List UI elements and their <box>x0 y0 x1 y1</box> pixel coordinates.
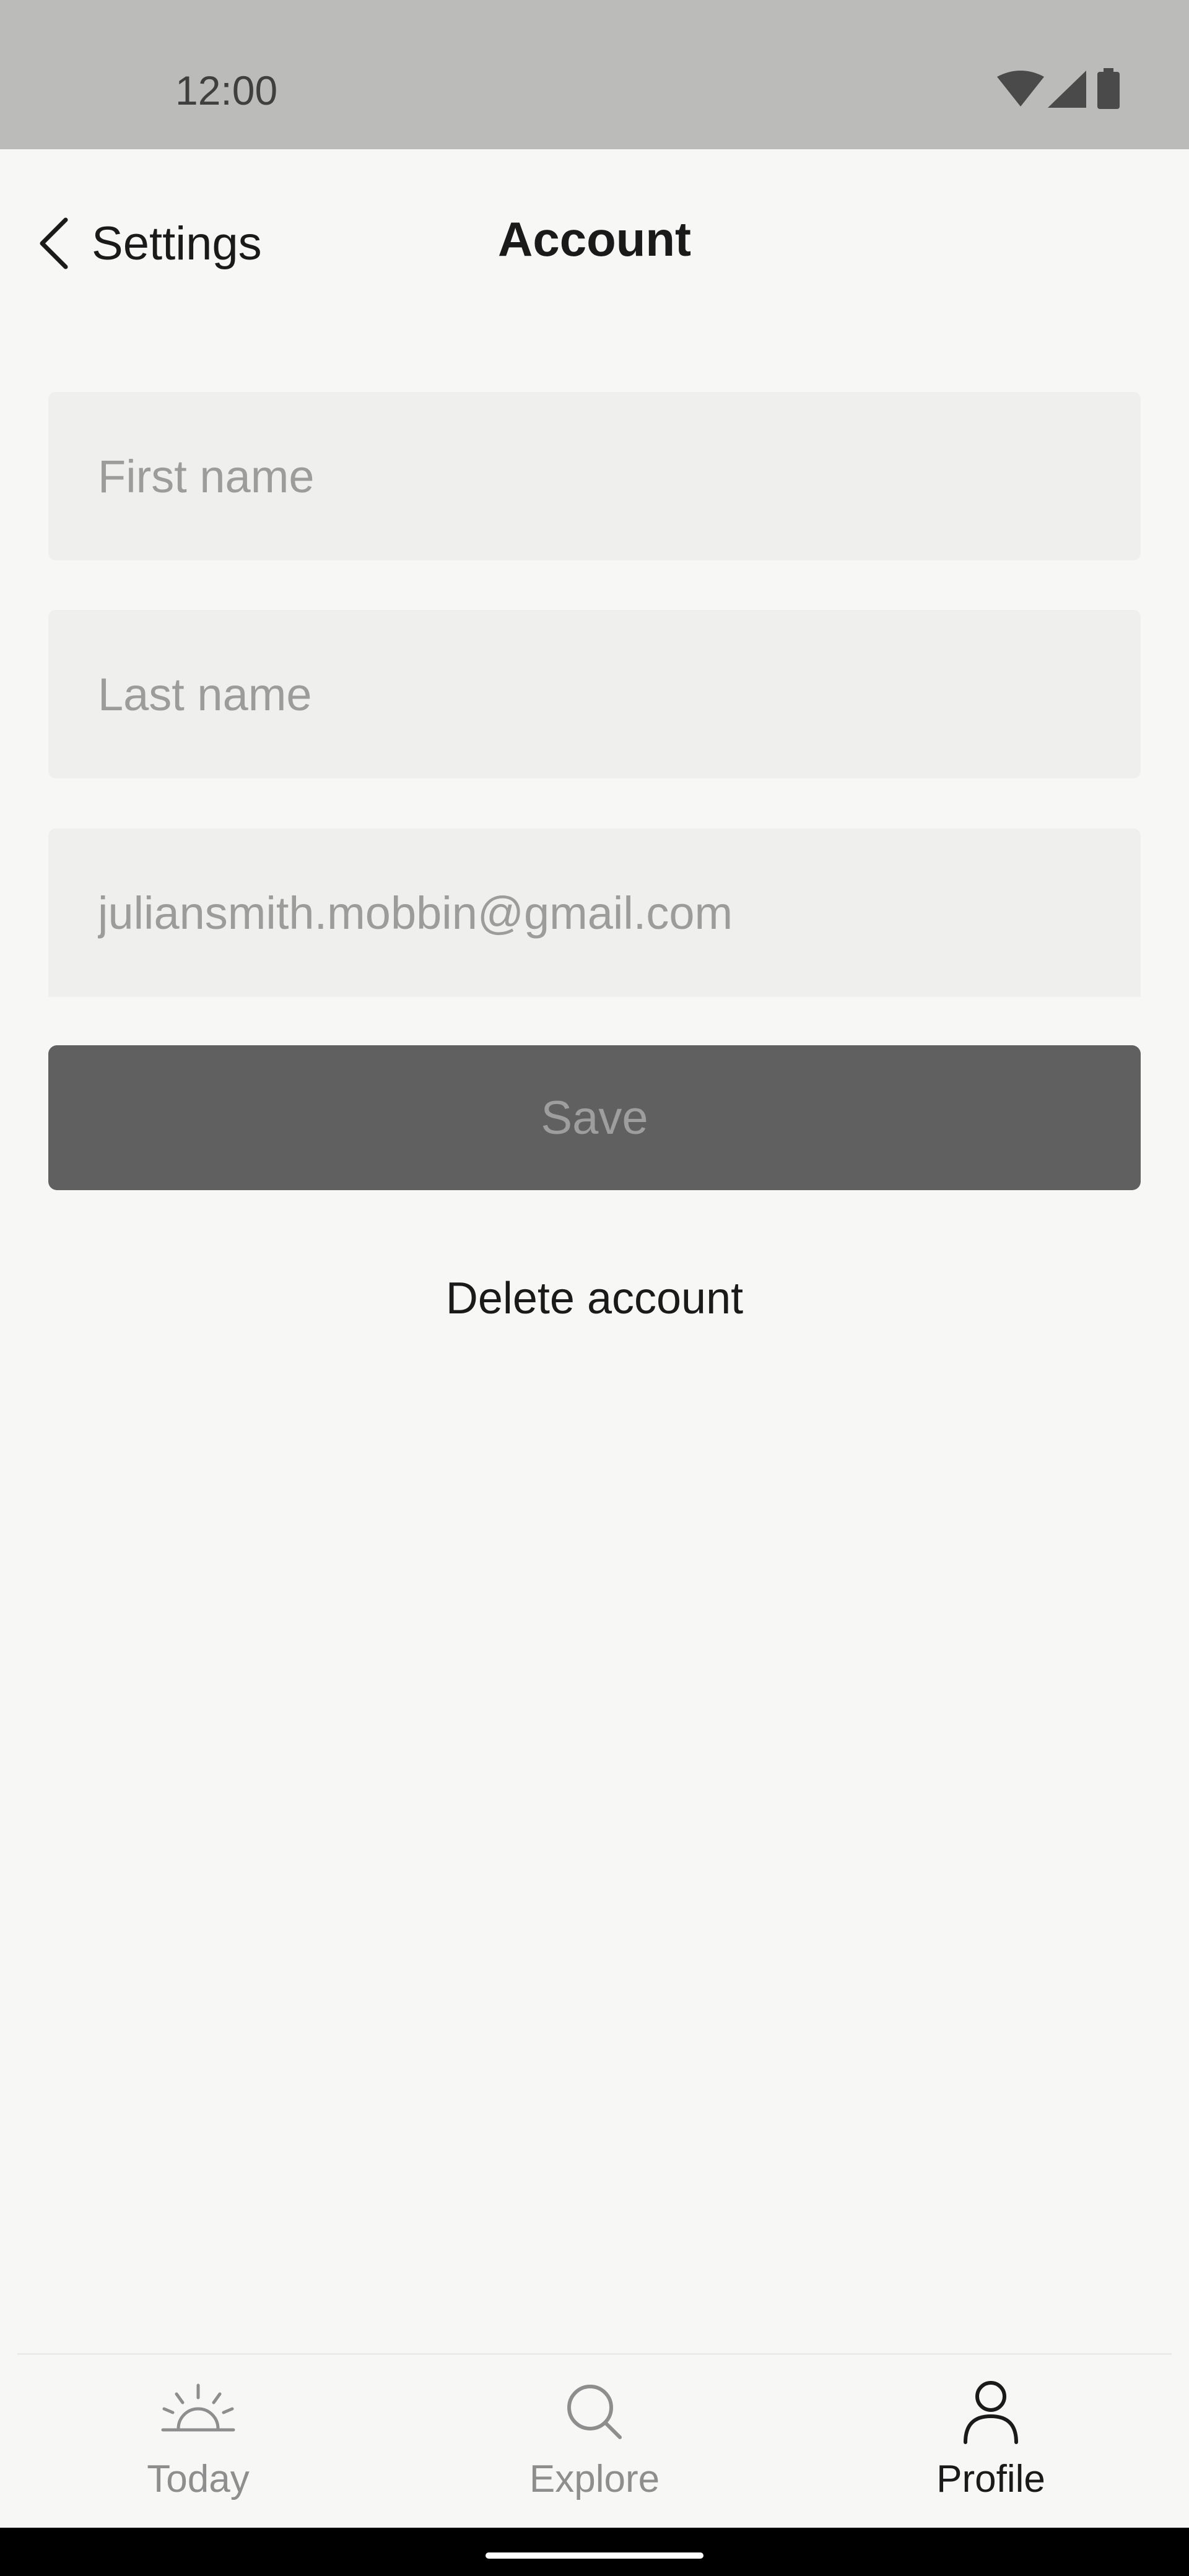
cellular-signal-icon <box>1048 71 1086 108</box>
email-input[interactable] <box>48 829 1141 997</box>
nav-item-explore[interactable]: Explore <box>471 2377 718 2519</box>
nav-item-profile[interactable]: Profile <box>867 2377 1115 2519</box>
sunrise-icon <box>161 2383 235 2432</box>
nav-label-profile: Profile <box>936 2458 1045 2500</box>
first-name-field <box>48 392 1141 560</box>
first-name-input[interactable] <box>48 392 1141 560</box>
nav-label-explore: Explore <box>529 2458 660 2500</box>
email-field <box>48 829 1141 997</box>
search-icon <box>567 2385 622 2439</box>
status-bar: 12:00 <box>0 0 1189 149</box>
nav-item-today[interactable]: Today <box>74 2377 322 2519</box>
last-name-input[interactable] <box>48 610 1141 778</box>
bottom-navigation: Today Explore Profile <box>0 2353 1189 2528</box>
person-icon <box>964 2381 1018 2444</box>
home-gesture-handle[interactable] <box>486 2552 703 2559</box>
page-title: Account <box>498 212 691 266</box>
delete-account-button[interactable]: Delete account <box>0 1273 1189 1324</box>
status-icons <box>997 68 1133 111</box>
top-app-bar: Settings Account <box>0 149 1189 323</box>
nav-divider <box>17 2353 1172 2355</box>
wifi-icon <box>997 71 1044 107</box>
status-time: 12:00 <box>175 67 278 113</box>
battery-icon <box>1097 68 1120 109</box>
save-button[interactable]: Save <box>48 1045 1141 1190</box>
system-navigation-bar <box>0 2528 1189 2576</box>
last-name-field <box>48 610 1141 778</box>
nav-label-today: Today <box>147 2458 250 2500</box>
